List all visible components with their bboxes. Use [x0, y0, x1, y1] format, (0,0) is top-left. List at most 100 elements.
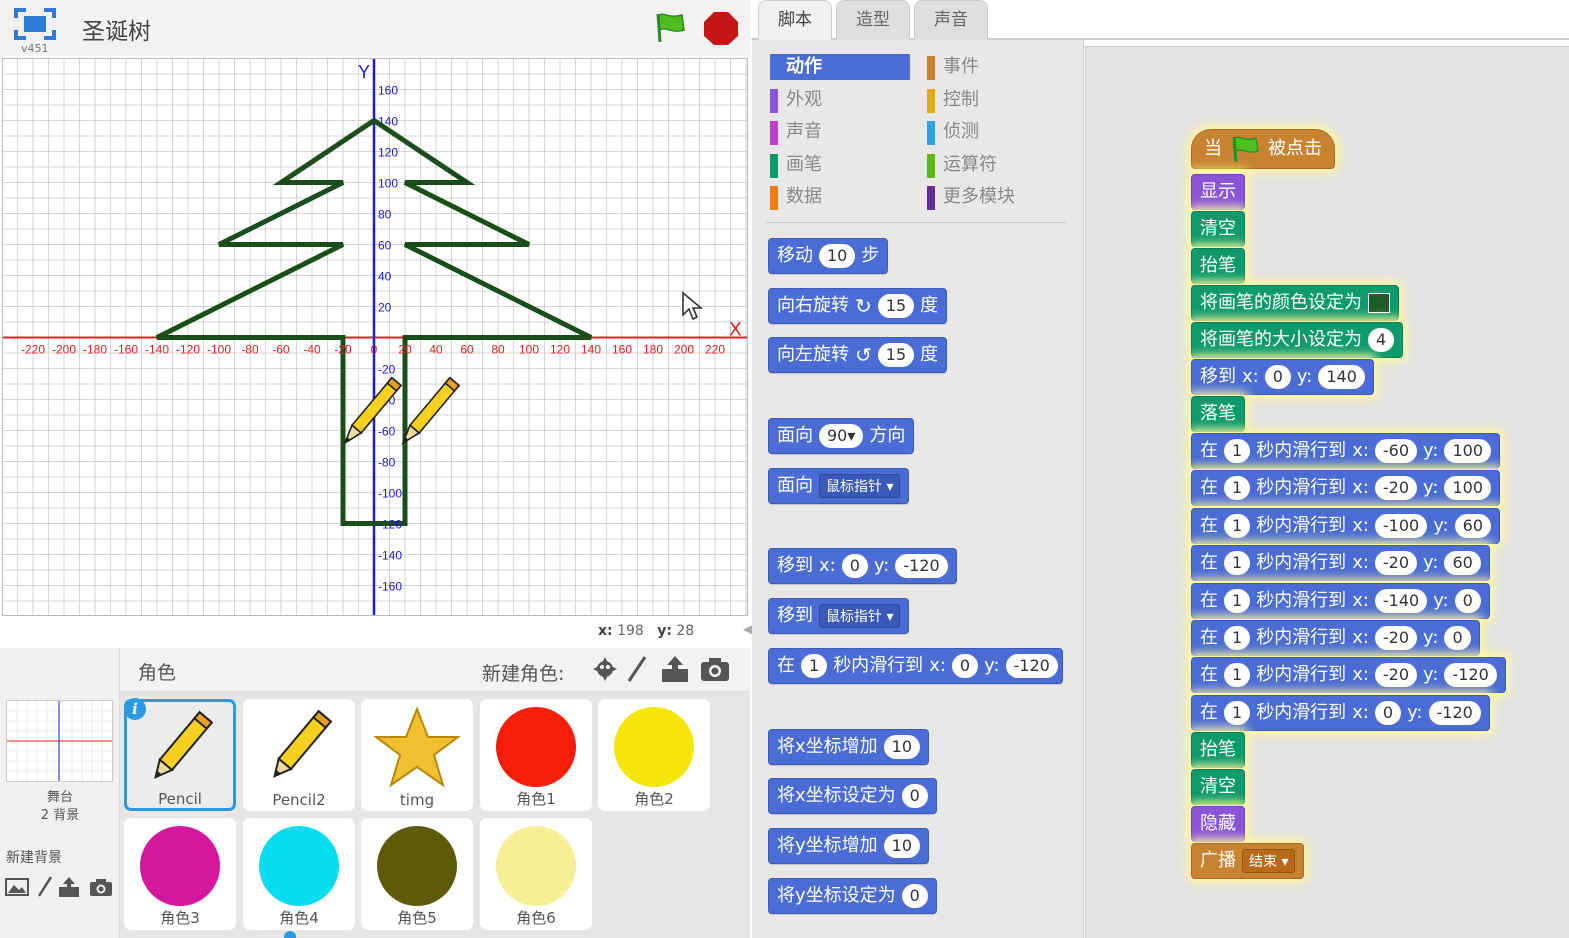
script-set-pen-size[interactable]: 将画笔的大小设定为 4: [1191, 322, 1404, 358]
script-when-flag-clicked[interactable]: 当 被点击: [1191, 129, 1335, 169]
tab-sounds[interactable]: 声音: [914, 0, 988, 40]
script-clear-2[interactable]: 清空: [1191, 769, 1245, 805]
secs-input[interactable]: 1: [1224, 513, 1251, 538]
sprite-tile[interactable]: 角色1: [480, 699, 592, 811]
secs-input[interactable]: 1: [1224, 551, 1251, 576]
category-events[interactable]: 事件: [927, 54, 1067, 80]
block-point-towards[interactable]: 面向 鼠标指针 ▾: [768, 468, 910, 504]
block-change-x[interactable]: 将x坐标增加 10: [768, 729, 930, 765]
y-input[interactable]: 100: [1444, 439, 1492, 463]
goto-dropdown[interactable]: 鼠标指针 ▾: [819, 604, 901, 628]
stage-thumbnail[interactable]: [6, 700, 113, 782]
script-pen-up[interactable]: 抬笔: [1191, 248, 1245, 284]
sprite-tile[interactable]: 角色3: [124, 818, 236, 930]
category-sound[interactable]: 声音: [770, 119, 910, 145]
fullscreen-icon[interactable]: [14, 8, 56, 44]
steps-input[interactable]: 10: [819, 244, 856, 268]
pen-color-swatch[interactable]: [1368, 293, 1390, 313]
x-input[interactable]: -20: [1374, 476, 1418, 501]
script-goto-xy[interactable]: 移到 x: 0 y: 140: [1191, 359, 1374, 395]
script-broadcast[interactable]: 广播 结束 ▾: [1191, 843, 1305, 879]
value-input[interactable]: 10: [883, 834, 921, 858]
block-goto-xy[interactable]: 移到 x: 0 y: -120: [768, 548, 957, 584]
script-glide-8[interactable]: 在 1 秒内滑行到 x: 0 y: -120: [1191, 694, 1490, 731]
block-turn-right[interactable]: 向右旋转 ↻ 15 度: [768, 288, 948, 324]
block-set-y[interactable]: 将y坐标设定为 0: [768, 878, 937, 914]
script-glide-1[interactable]: 在 1 秒内滑行到 x: -60 y: 100: [1191, 433, 1501, 469]
y-input[interactable]: 140: [1318, 365, 1365, 389]
category-pen[interactable]: 画笔: [770, 152, 910, 178]
category-control[interactable]: 控制: [927, 87, 1067, 113]
green-flag-button[interactable]: [651, 10, 687, 50]
info-icon[interactable]: i: [124, 698, 146, 720]
upload-sprite-icon[interactable]: [660, 654, 690, 684]
script-set-pen-color[interactable]: 将画笔的颜色设定为: [1191, 285, 1399, 321]
y-input[interactable]: -120: [1444, 663, 1497, 688]
category-data[interactable]: 数据: [770, 184, 910, 210]
block-point-direction[interactable]: 面向 90▾ 方向: [768, 418, 915, 454]
x-input[interactable]: 0: [841, 554, 868, 578]
y-input[interactable]: -120: [1005, 654, 1058, 678]
script-glide-2[interactable]: 在 1 秒内滑行到 x: -20 y: 100: [1191, 470, 1501, 507]
stop-button[interactable]: [703, 10, 739, 50]
script-glide-6[interactable]: 在 1 秒内滑行到 x: -20 y: 0: [1191, 620, 1480, 656]
stage-canvas[interactable]: -220 -200 -180 -160 -140 -120 -100 -80 -60 -40 -20…: [2, 58, 748, 616]
y-input[interactable]: 0: [1454, 588, 1481, 613]
script-pen-down[interactable]: 落笔: [1191, 396, 1245, 432]
x-input[interactable]: -20: [1374, 551, 1418, 576]
script-glide-3[interactable]: 在 1 秒内滑行到 x: -100 y: 60: [1191, 507, 1500, 544]
script-hide[interactable]: 隐藏: [1191, 806, 1245, 842]
degrees-input[interactable]: 15: [877, 343, 915, 367]
sprite-tile[interactable]: timg: [361, 699, 473, 811]
upload-icon[interactable]: [56, 876, 82, 898]
value-input[interactable]: 0: [901, 784, 928, 808]
script-clear[interactable]: 清空: [1191, 211, 1245, 247]
script-show[interactable]: 显示: [1191, 174, 1245, 210]
size-input[interactable]: 4: [1368, 328, 1395, 352]
y-input[interactable]: -120: [1428, 700, 1481, 725]
secs-input[interactable]: 1: [1224, 439, 1251, 463]
secs-input[interactable]: 1: [801, 654, 828, 678]
y-input[interactable]: -120: [895, 554, 948, 578]
sprite-library-icon[interactable]: [590, 654, 620, 684]
broadcast-dropdown[interactable]: 结束 ▾: [1242, 849, 1296, 873]
block-glide[interactable]: 在 1 秒内滑行到 x: 0 y: -120: [768, 648, 1063, 684]
script-glide-4[interactable]: 在 1 秒内滑行到 x: -20 y: 60: [1191, 545, 1490, 582]
paint-new-sprite-icon[interactable]: [622, 654, 652, 684]
category-motion[interactable]: 动作: [770, 54, 910, 80]
x-input[interactable]: -100: [1374, 513, 1428, 538]
category-sensing[interactable]: 侦测: [927, 119, 1067, 145]
project-title[interactable]: 圣诞树: [82, 12, 151, 46]
block-goto-target[interactable]: 移到 鼠标指针 ▾: [768, 598, 910, 634]
block-move-steps[interactable]: 移动 10 步: [768, 238, 889, 274]
block-change-y[interactable]: 将y坐标增加 10: [768, 828, 930, 864]
value-input[interactable]: 0: [901, 884, 928, 908]
sprite-tile[interactable]: 角色4: [243, 818, 355, 930]
block-turn-left[interactable]: 向左旋转 ↺ 15 度: [768, 337, 948, 373]
x-input[interactable]: -60: [1374, 439, 1418, 463]
camera-icon[interactable]: [88, 876, 114, 898]
x-input[interactable]: -20: [1374, 663, 1418, 688]
sprite-tile[interactable]: 角色5: [361, 818, 473, 930]
x-input[interactable]: -20: [1374, 626, 1418, 650]
secs-input[interactable]: 1: [1224, 663, 1251, 688]
category-more-blocks[interactable]: 更多模块: [927, 184, 1067, 210]
secs-input[interactable]: 1: [1224, 626, 1251, 650]
secs-input[interactable]: 1: [1224, 476, 1251, 501]
script-glide-5[interactable]: 在 1 秒内滑行到 x: -140 y: 0: [1191, 582, 1490, 619]
degrees-input[interactable]: 15: [877, 294, 915, 318]
y-input[interactable]: 60: [1444, 551, 1481, 576]
block-set-x[interactable]: 将x坐标设定为 0: [768, 778, 937, 814]
backdrop-library-icon[interactable]: [4, 876, 30, 898]
sprite-tile[interactable]: 角色6: [480, 818, 592, 930]
x-input[interactable]: 0: [951, 654, 979, 678]
script-pen-up-2[interactable]: 抬笔: [1191, 732, 1245, 768]
category-looks[interactable]: 外观: [770, 87, 910, 113]
tab-scripts[interactable]: 脚本: [758, 0, 832, 40]
direction-dropdown[interactable]: 90▾: [819, 424, 864, 448]
sprite-tile[interactable]: 角色2: [598, 699, 710, 811]
paint-brush-icon[interactable]: [32, 876, 58, 898]
x-input[interactable]: 0: [1264, 365, 1291, 389]
y-input[interactable]: 60: [1454, 513, 1491, 538]
tab-costumes[interactable]: 造型: [836, 0, 910, 40]
